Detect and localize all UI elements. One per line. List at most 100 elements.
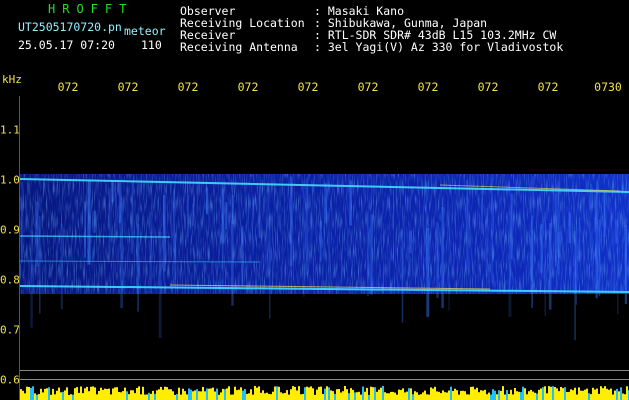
time-tick-label: 072	[57, 80, 79, 94]
activity-bar	[26, 386, 28, 400]
noise-streak	[568, 212, 572, 244]
activity-bar	[440, 393, 442, 400]
activity-bar	[572, 390, 574, 400]
activity-bar	[492, 389, 494, 400]
noise-streak	[544, 211, 546, 316]
activity-bar	[414, 391, 416, 400]
activity-bar	[196, 389, 198, 400]
activity-bar	[354, 392, 356, 400]
activity-bar	[210, 388, 212, 400]
activity-bar	[406, 391, 408, 400]
noise-streak	[302, 186, 305, 297]
noise-streak	[554, 193, 557, 267]
noise-streak	[187, 195, 189, 238]
noise-streak	[231, 220, 234, 306]
activity-bar	[98, 391, 100, 400]
activity-bar	[36, 394, 38, 400]
activity-bar	[152, 390, 154, 400]
activity-bar	[366, 387, 368, 400]
activity-bar	[516, 391, 518, 400]
noise-streak	[269, 215, 271, 319]
activity-bar	[110, 394, 112, 400]
noise-streak	[192, 203, 194, 227]
activity-bar	[566, 392, 568, 400]
activity-bar	[494, 390, 496, 400]
activity-bar	[106, 389, 108, 400]
activity-bar	[530, 389, 532, 400]
activity-bar	[288, 394, 290, 400]
activity-bar	[600, 386, 602, 400]
activity-bar	[216, 388, 218, 400]
activity-bar	[400, 390, 402, 400]
noise-streak	[87, 179, 91, 265]
activity-bar	[228, 386, 230, 400]
activity-bar	[212, 387, 214, 400]
activity-bar	[238, 389, 240, 400]
activity-bar	[310, 386, 312, 400]
activity-bar	[506, 390, 508, 400]
frequency-tick-label: 0.8	[0, 273, 20, 287]
date-time: 25.05.17 07:20	[18, 38, 115, 52]
activity-bar	[402, 388, 404, 400]
activity-bar	[60, 392, 62, 400]
activity-bar	[186, 394, 188, 400]
activity-bar	[232, 394, 234, 400]
activity-bar	[410, 388, 412, 400]
activity-bar	[524, 388, 526, 400]
noise-streak	[108, 188, 112, 243]
activity-bar	[606, 388, 608, 400]
activity-bar	[316, 389, 318, 400]
noise-streak	[324, 183, 327, 224]
activity-bar	[260, 392, 262, 400]
activity-bar	[176, 394, 178, 400]
activity-bar	[464, 391, 466, 400]
activity-bar	[226, 388, 228, 400]
activity-bar	[72, 394, 74, 400]
activity-bar	[522, 386, 524, 400]
activity-bar	[550, 386, 552, 400]
noise-streak	[441, 207, 444, 309]
activity-bar	[582, 390, 584, 400]
activity-bar	[470, 386, 472, 400]
activity-bar	[420, 394, 422, 400]
noise-streak	[258, 185, 261, 239]
activity-bar	[222, 388, 224, 400]
activity-bar	[104, 388, 106, 400]
activity-bar	[172, 391, 174, 400]
activity-bar	[536, 393, 538, 400]
activity-bar	[84, 388, 86, 400]
activity-bar	[466, 394, 468, 400]
noise-streak	[510, 193, 513, 260]
activity-bar	[108, 388, 110, 400]
activity-bar	[502, 386, 504, 400]
activity-bar	[404, 392, 406, 400]
activity-bar	[532, 391, 534, 400]
activity-bar	[58, 387, 60, 400]
activity-bar	[190, 389, 192, 400]
activity-bar	[76, 387, 78, 400]
activity-bar	[242, 390, 244, 400]
activity-bar	[416, 392, 418, 400]
activity-bar	[256, 387, 258, 400]
bottom-baseline-2	[20, 379, 629, 380]
activity-bar	[558, 391, 560, 400]
activity-bar	[478, 392, 480, 400]
activity-bar	[352, 389, 354, 400]
activity-bar	[234, 386, 236, 400]
activity-bar	[548, 386, 550, 400]
activity-bar	[46, 388, 48, 400]
noise-streak	[530, 229, 534, 282]
activity-bar	[580, 390, 582, 400]
activity-bar	[318, 386, 320, 400]
activity-bar	[526, 394, 528, 400]
noise-streak	[231, 195, 234, 225]
activity-bar	[86, 386, 88, 400]
noise-streak	[590, 184, 593, 209]
activity-bar	[390, 391, 392, 400]
activity-bar	[596, 388, 598, 400]
activity-bar	[166, 387, 168, 400]
noise-streak	[290, 176, 293, 267]
activity-bar	[302, 393, 304, 400]
activity-bar	[126, 391, 128, 400]
activity-bar	[490, 394, 492, 400]
